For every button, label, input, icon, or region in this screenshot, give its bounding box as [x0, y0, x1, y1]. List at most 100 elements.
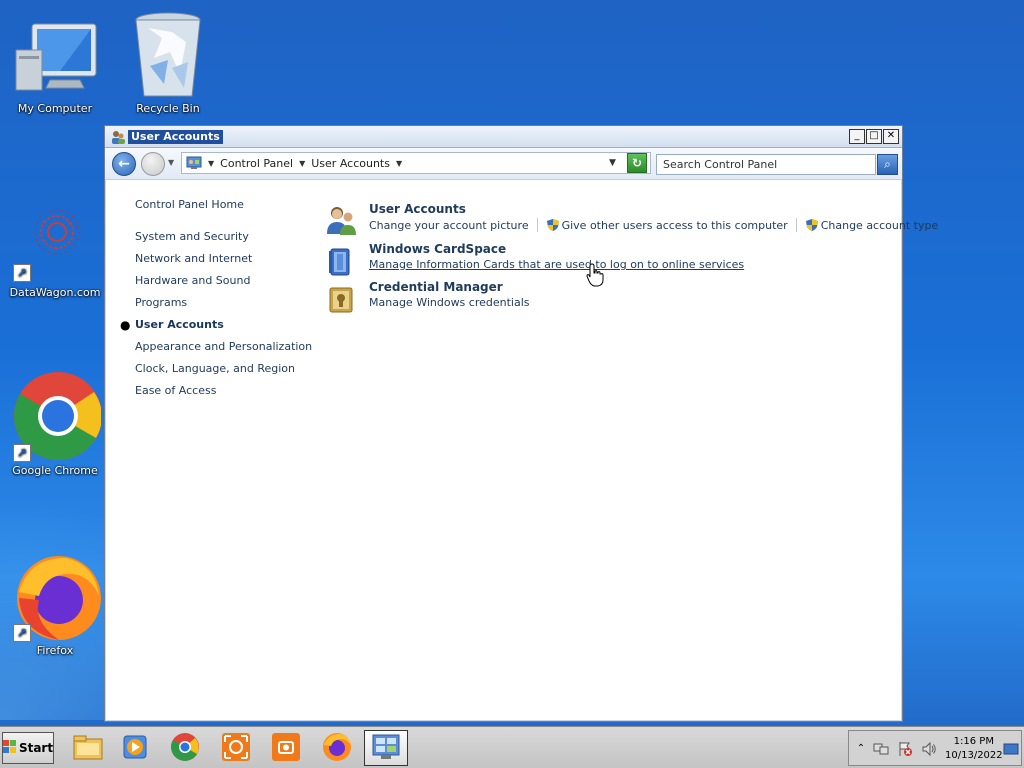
hand-cursor-icon	[586, 263, 604, 287]
shortcut-arrow-icon: ↗	[13, 624, 31, 642]
link-divider	[536, 218, 538, 232]
show-hidden-icons-icon[interactable]: ⌃	[853, 741, 869, 757]
address-history-dropdown-icon[interactable]: ▼	[609, 158, 616, 168]
category-windows-cardspace: Windows CardSpace Manage Information Car…	[325, 242, 895, 282]
windows-logo-icon	[2, 739, 17, 757]
breadcrumb-control-panel[interactable]: Control Panel	[220, 157, 293, 170]
media-player-icon	[121, 733, 149, 764]
refresh-icon[interactable]: ↻	[627, 153, 647, 173]
user-accounts-icon	[110, 129, 126, 145]
start-label: Start	[18, 741, 54, 755]
breadcrumb-separator-icon[interactable]: ▼	[396, 159, 402, 168]
breadcrumb-separator-icon[interactable]: ▼	[208, 159, 214, 168]
address-bar[interactable]: ▼ Control Panel ▼ User Accounts ▼	[181, 152, 651, 174]
taskbar-firefox[interactable]	[315, 730, 359, 766]
search-icon[interactable]: ⌕	[877, 154, 898, 175]
back-arrow-icon[interactable]: ←	[112, 152, 136, 176]
network-icon[interactable]	[873, 741, 889, 757]
user-accounts-icon	[325, 204, 357, 236]
file-explorer-icon	[72, 733, 104, 764]
sidebar-item-clock-language-region[interactable]: Clock, Language, and Region	[135, 362, 295, 375]
screenshot-icon	[271, 732, 301, 765]
sidebar-item-ease-of-access[interactable]: Ease of Access	[135, 384, 216, 397]
desktop-icon-label: My Computer	[17, 102, 93, 115]
sidebar-item-network-and-internet[interactable]: Network and Internet	[135, 252, 252, 265]
breadcrumb-separator-icon[interactable]: ▼	[299, 159, 305, 168]
desktop-icon-label: DataWagon.com	[9, 286, 101, 299]
screen-recorder-icon	[221, 732, 251, 765]
search-input[interactable]: Search Control Panel	[656, 154, 876, 175]
category-links: Change your account picture Give other u…	[369, 218, 938, 232]
taskbar-clock[interactable]: 1:16 PM 10/13/2022	[945, 735, 1003, 763]
desktop-icon-datawagon[interactable]: ↗ DataWagon.com	[7, 190, 103, 299]
manage-information-cards-link[interactable]: Manage Information Cards that are used t…	[369, 258, 744, 271]
desktop-icon-label: Firefox	[36, 644, 74, 657]
chrome-icon: ↗	[9, 370, 102, 462]
manage-windows-credentials-link[interactable]: Manage Windows credentials	[369, 296, 530, 309]
datawagon-icon: ↗	[9, 190, 101, 284]
shortcut-arrow-icon: ↗	[13, 264, 31, 282]
breadcrumb-user-accounts[interactable]: User Accounts	[311, 157, 390, 170]
control-panel-icon	[371, 733, 401, 764]
sidebar-item-system-and-security[interactable]: System and Security	[135, 230, 249, 243]
system-tray: ⌃ 1:16 PM 10/13/2022	[848, 730, 1022, 766]
start-button[interactable]: Start	[2, 732, 54, 764]
firefox-icon	[322, 732, 352, 765]
recent-pages-dropdown-icon[interactable]: ▼	[168, 158, 174, 167]
chrome-icon	[170, 732, 200, 765]
clock-time: 1:16 PM	[953, 736, 994, 747]
uac-shield-icon	[805, 218, 819, 232]
minimize-button[interactable]: _	[849, 129, 865, 144]
taskbar-screen-recorder[interactable]	[214, 730, 258, 766]
category-user-accounts: User Accounts Change your account pictur…	[325, 202, 938, 242]
maximize-button[interactable]: □	[866, 129, 882, 144]
computer-icon	[10, 8, 100, 100]
sidebar-item-programs[interactable]: Programs	[135, 296, 187, 309]
change-account-picture-link[interactable]: Change your account picture	[369, 219, 529, 232]
navigation-bar: ← ▼ ▼ Control Panel ▼ User Accounts ▼ ▼ …	[105, 148, 902, 180]
desktop-icon-my-computer[interactable]: My Computer	[7, 8, 103, 115]
forward-arrow-icon[interactable]	[141, 152, 165, 176]
sidebar-item-appearance-and-personalization[interactable]: Appearance and Personalization	[135, 340, 312, 353]
close-button[interactable]: ✕	[883, 129, 899, 144]
taskbar-media-player[interactable]	[113, 730, 157, 766]
clock-date: 10/13/2022	[945, 750, 1003, 761]
category-links: Manage Windows credentials	[369, 296, 530, 309]
user-accounts-window: User Accounts _ □ ✕ ← ▼ ▼ Control Panel …	[104, 125, 938, 722]
sidebar-item-control-panel-home[interactable]: Control Panel Home	[135, 198, 244, 211]
sidebar-item-hardware-and-sound[interactable]: Hardware and Sound	[135, 274, 250, 287]
taskbar-control-panel[interactable]	[364, 730, 408, 766]
uac-shield-icon	[546, 218, 560, 232]
category-title-user-accounts[interactable]: User Accounts	[369, 202, 466, 216]
window-title: User Accounts	[128, 130, 223, 144]
firefox-icon: ↗	[9, 552, 101, 642]
category-credential-manager: Credential Manager Manage Windows creden…	[325, 280, 895, 320]
taskbar-file-explorer[interactable]	[66, 730, 110, 766]
taskbar-screenshot[interactable]	[264, 730, 308, 766]
recycle-bin-icon	[128, 8, 208, 100]
taskbar: Start ⌃ 1:16 PM 10/13/2022	[0, 726, 1024, 768]
volume-icon[interactable]	[921, 741, 937, 757]
sidebar-item-user-accounts-wrapper: ● User Accounts	[120, 318, 224, 332]
category-title-windows-cardspace[interactable]: Windows CardSpace	[369, 242, 506, 256]
category-links: Manage Information Cards that are used t…	[369, 258, 744, 271]
desktop-icon-recycle-bin[interactable]: Recycle Bin	[120, 8, 216, 115]
change-account-type-link[interactable]: Change account type	[821, 219, 939, 232]
taskbar-chrome[interactable]	[163, 730, 207, 766]
shortcut-arrow-icon: ↗	[13, 444, 31, 462]
credential-manager-icon	[325, 284, 357, 316]
give-other-users-access-link[interactable]: Give other users access to this computer	[562, 219, 788, 232]
show-desktop-icon[interactable]	[1003, 741, 1019, 757]
window-controls: _ □ ✕	[849, 129, 899, 144]
cardspace-icon	[325, 246, 357, 278]
link-divider	[795, 218, 797, 232]
active-bullet-icon: ●	[120, 318, 131, 332]
desktop-icon-google-chrome[interactable]: ↗ Google Chrome	[7, 370, 103, 477]
control-panel-icon	[186, 155, 202, 171]
desktop-icon-label: Google Chrome	[12, 464, 98, 477]
desktop-icon-firefox[interactable]: ↗ Firefox	[7, 552, 103, 657]
window-titlebar[interactable]: User Accounts _ □ ✕	[105, 126, 902, 148]
action-center-warning-icon[interactable]	[897, 741, 913, 757]
sidebar-item-user-accounts[interactable]: User Accounts	[135, 318, 224, 331]
category-title-credential-manager[interactable]: Credential Manager	[369, 280, 503, 294]
